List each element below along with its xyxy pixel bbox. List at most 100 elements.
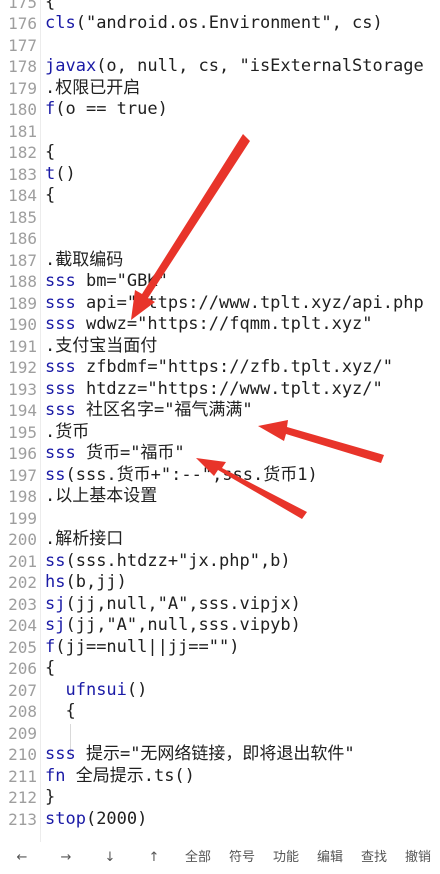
code-line[interactable]: 182 {: [0, 142, 440, 164]
line-number: 198: [8, 487, 37, 506]
code-line[interactable]: 204 sj(jj,"A",null,sss.vipyb): [0, 615, 440, 637]
code-text: sj(jj,"A",null,sss.vipyb): [45, 615, 301, 637]
code-editor[interactable]: 175 {176 cls("android.os.Environment", cs)…: [0, 0, 440, 842]
code-content: (o == true): [55, 99, 168, 119]
code-line[interactable]: 199: [0, 508, 440, 530]
code-text: }: [45, 787, 55, 809]
code-line[interactable]: 180 f(o == true): [0, 99, 440, 121]
code-content: {: [45, 142, 56, 162]
line-number: 202: [8, 573, 37, 592]
select-all-button[interactable]: 全部: [176, 842, 220, 874]
code-line[interactable]: 202 hs(b,jj): [0, 572, 440, 594]
code-line[interactable]: 177: [0, 35, 440, 57]
code-line[interactable]: 183 t(): [0, 164, 440, 186]
code-text: sss bm="GBK": [45, 271, 168, 293]
code-line[interactable]: 184 {: [0, 185, 440, 207]
code-content: .截取编码: [45, 249, 124, 270]
code-text: sss zfbdmf="https://zfb.tplt.xyz/": [45, 357, 393, 379]
line-number: 186: [8, 229, 37, 248]
functions-button[interactable]: 功能: [264, 842, 308, 874]
code-text: ss(sss.htdzz+"jx.php",b): [45, 551, 291, 573]
code-text: f(o == true): [45, 99, 168, 121]
line-number: 176: [8, 14, 37, 33]
code-keyword: cls: [45, 13, 76, 33]
code-line[interactable]: 192 sss zfbdmf="https://zfb.tplt.xyz/": [0, 357, 440, 379]
code-line[interactable]: 206 {: [0, 658, 440, 680]
code-line[interactable]: 178 javax(o, null, cs, "isExternalStorage: [0, 56, 440, 78]
code-line[interactable]: 211 fn 全局提示.ts(): [0, 766, 440, 788]
code-content: (jj,"A",null,sss.vipyb): [65, 615, 301, 635]
line-number: 178: [8, 57, 37, 76]
code-line[interactable]: 194 sss 社区名字="福气满满": [0, 400, 440, 422]
line-number: 190: [8, 315, 37, 334]
code-line[interactable]: 179 .权限已开启: [0, 78, 440, 100]
code-line[interactable]: 186: [0, 228, 440, 250]
left-arrow-button[interactable]: ←: [0, 842, 44, 874]
code-keyword: sj: [45, 615, 66, 635]
code-line[interactable]: 210 sss 提示="无网络链接，即将退出软件": [0, 744, 440, 766]
code-line[interactable]: 185: [0, 207, 440, 229]
code-line[interactable]: 207 ufnsui(): [0, 680, 440, 702]
line-number: 196: [8, 444, 37, 463]
code-keyword: sss: [45, 744, 76, 764]
code-line[interactable]: 187 .截取编码: [0, 250, 440, 272]
search-button[interactable]: 查找: [352, 842, 396, 874]
code-line[interactable]: 209: [0, 723, 440, 745]
code-line[interactable]: 208 {: [0, 701, 440, 723]
code-content: (jj,null,"A",sss.vipjx): [65, 593, 301, 614]
line-number: 213: [8, 809, 37, 829]
code-content: .以上基本设置: [45, 486, 158, 506]
edit-button[interactable]: 编辑: [308, 842, 352, 874]
line-number: 201: [8, 551, 37, 571]
code-line[interactable]: 203 sj(jj,null,"A",sss.vipjx): [0, 594, 440, 616]
code-content: {: [45, 185, 56, 205]
undo-button[interactable]: 撤销: [396, 842, 440, 874]
symbols-button[interactable]: 符号: [220, 842, 264, 874]
code-content: (): [126, 679, 148, 700]
code-text: cls("android.os.Environment", cs): [45, 13, 383, 35]
code-line[interactable]: 188 sss bm="GBK": [0, 271, 440, 293]
code-content: .支付宝当面付: [45, 335, 158, 356]
line-number: 212: [8, 788, 37, 807]
code-line[interactable]: 191 .支付宝当面付: [0, 336, 440, 358]
code-content: bm="GBK": [75, 271, 168, 291]
up-arrow-button[interactable]: ↑: [132, 842, 176, 874]
code-line[interactable]: 197 ss(sss.货币+":--",sss.货币1): [0, 465, 440, 487]
code-text: t(): [45, 164, 76, 186]
code-keyword: ss: [45, 550, 66, 571]
code-keyword: sj: [45, 593, 66, 614]
code-line[interactable]: 205 f(jj==null||jj==""): [0, 637, 440, 659]
code-content: 货币="福币": [75, 443, 185, 463]
down-arrow-button[interactable]: ↓: [88, 842, 132, 874]
line-number: 179: [8, 78, 37, 98]
code-keyword: sss: [45, 271, 76, 291]
code-content: api="https://www.tplt.xyz/api.php: [75, 292, 424, 313]
code-content: zfbdmf="https://zfb.tplt.xyz/": [75, 357, 393, 377]
code-line[interactable]: 196 sss 货币="福币": [0, 443, 440, 465]
code-line[interactable]: 189 sss api="https://www.tplt.xyz/api.php: [0, 293, 440, 315]
code-line[interactable]: 190 sss wdwz="https://fqmm.tplt.xyz": [0, 314, 440, 336]
code-keyword: t: [45, 163, 56, 184]
code-content: (): [55, 163, 76, 184]
line-number: 193: [8, 379, 37, 399]
code-line[interactable]: 198 .以上基本设置: [0, 486, 440, 508]
code-content: 社区名字="福气满满": [75, 400, 253, 420]
code-content: }: [45, 787, 56, 807]
line-number: 189: [8, 293, 37, 313]
right-arrow-button[interactable]: →: [44, 842, 88, 874]
code-line[interactable]: 212}: [0, 787, 440, 809]
code-line[interactable]: 176 cls("android.os.Environment", cs): [0, 13, 440, 35]
code-line[interactable]: 175 {: [0, 0, 440, 13]
code-line[interactable]: 193 sss htdzz="https://www.tplt.xyz/": [0, 379, 440, 401]
line-number: 181: [8, 121, 37, 141]
code-line[interactable]: 201 ss(sss.htdzz+"jx.php",b): [0, 551, 440, 573]
line-number: 194: [8, 401, 37, 420]
code-keyword: ss: [45, 464, 66, 485]
code-line[interactable]: 181: [0, 121, 440, 143]
code-line[interactable]: 195 .货币: [0, 422, 440, 444]
code-line[interactable]: 213 stop(2000): [0, 809, 440, 831]
code-content: .权限已开启: [45, 77, 141, 98]
code-line[interactable]: 200 .解析接口: [0, 529, 440, 551]
code-text: sss 社区名字="福气满满": [45, 400, 253, 422]
